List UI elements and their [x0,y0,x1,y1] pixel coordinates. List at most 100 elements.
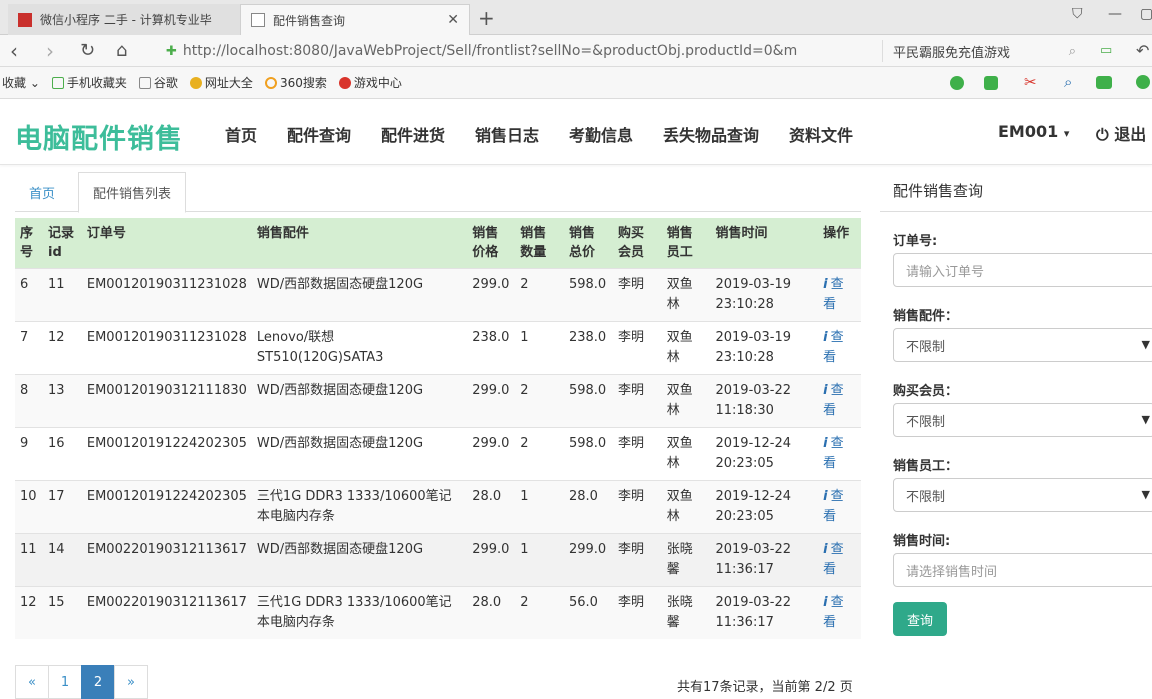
nav-home[interactable]: 首页 [225,122,257,146]
view-link[interactable]: i 查看 [818,586,861,639]
info-icon: i [823,595,828,610]
cell-order-no: EM00120190311231028 [81,321,252,375]
cell-time: 2019-03-22 11:36:17 [710,586,819,639]
sales-table: 序号 记录id 订单号 销售配件 销售价格 销售数量 销售总价 购买会员 销售员… [15,218,861,639]
bookmark-mobile[interactable]: 手机收藏夹 [51,74,127,91]
forward-icon[interactable]: › [46,39,54,63]
zoom-icon[interactable]: ⌕ [1064,73,1072,91]
url-input[interactable]: ✚ http://localhost:8080/JavaWebProject/S… [166,38,872,64]
info-icon: i [823,383,828,398]
reload-icon[interactable]: ↻ [80,40,95,61]
cell-time: 2019-12-24 20:23:05 [710,480,819,534]
address-bar: ‹ › ↻ ⌂ ✚ http://localhost:8080/JavaWebP… [0,35,1152,67]
cell-price: 28.0 [467,586,516,639]
cell-price: 299.0 [467,374,516,428]
cell-price: 299.0 [467,427,516,481]
cell-time: 2019-03-22 11:36:17 [710,533,819,587]
content-tabs: 首页 配件销售列表 [15,172,861,213]
extension-icon[interactable] [950,76,964,90]
table-row: 7 12 EM00120190311231028 Lenovo/联想 ST510(12… [15,321,861,375]
view-link[interactable]: i 查看 [818,533,861,587]
query-button[interactable]: 查询 [893,602,947,636]
cell-index: 10 [15,480,43,534]
cell-order-no: EM00120191224202305 [81,427,252,481]
view-link[interactable]: i 查看 [818,321,861,375]
caret-down-icon: ▼ [1141,338,1150,351]
search-icon[interactable]: ⌕ [1069,44,1076,59]
cell-record-id: 16 [42,427,82,481]
extension-add-icon[interactable] [984,76,998,90]
filter-panel: 配件销售查询 订单号: 请输入订单号 销售配件： 不限制 ▼ 购买会员： 不限制 ▼… [880,170,1152,692]
caret-down-icon: ▼ [1141,488,1150,501]
cell-index: 7 [15,321,43,375]
view-link[interactable]: i 查看 [818,427,861,481]
cell-qty: 1 [515,321,564,375]
bookmark-360[interactable]: 360搜索 [264,74,327,91]
browser-tab-2[interactable]: 配件销售查询 ✕ [240,4,470,35]
currency-icon[interactable] [1136,75,1150,89]
page-info: 共有17条记录，当前第 2/2 页 [677,680,853,695]
cell-record-id: 17 [42,480,82,534]
cell-record-id: 15 [42,586,82,639]
view-link[interactable]: i 查看 [818,480,861,534]
time-label: 销售时间: [893,534,951,549]
col-header: 销售价格 [467,218,516,269]
page-next[interactable]: » [114,665,148,699]
logout-link[interactable]: ⏻ 退出 [1096,121,1146,145]
shirt-icon[interactable]: ⛉ [1072,6,1083,22]
undo-icon[interactable]: ↶ [1136,41,1149,60]
page-2[interactable]: 2 [81,665,115,699]
cell-member: 李明 [612,480,662,534]
table-row: 12 15 EM00220190312113617 三代1G DDR3 1333/10… [15,586,861,639]
cell-record-id: 12 [42,321,82,375]
bookmark-games[interactable]: 游戏中心 [338,74,402,91]
bookmark-directory[interactable]: 网址大全 [189,74,253,91]
cell-record-id: 11 [42,268,82,322]
staff-select[interactable]: 不限制 ▼ [893,478,1152,512]
nav-lost-items[interactable]: 丢失物品查询 [663,122,759,146]
page-prev[interactable]: « [15,665,49,699]
part-select[interactable]: 不限制 ▼ [893,328,1152,362]
member-value: 不限制 [906,414,946,430]
close-tab-icon[interactable]: ✕ [447,12,459,28]
back-icon[interactable]: ‹ [10,39,18,63]
maximize-icon[interactable]: ▢ [1140,6,1152,22]
cell-qty: 2 [515,427,564,481]
browser-search-input[interactable]: 平民霸服免充值游戏 ⌕ [882,40,1082,62]
cell-price: 28.0 [467,480,516,534]
cell-staff: 张晓馨 [661,586,711,639]
page-1[interactable]: 1 [48,665,82,699]
col-header: 销售数量 [515,218,564,269]
cell-qty: 1 [515,533,564,587]
sale-time-input[interactable]: 请选择销售时间 [893,553,1152,587]
brand-logo[interactable]: 电脑配件销售 [15,117,183,156]
view-link[interactable]: i 查看 [818,268,861,322]
nav-attendance[interactable]: 考勤信息 [569,122,633,146]
col-header: 销售总价 [563,218,613,269]
browser-tab-1[interactable]: 微信小程序 二手 - 计算机专业毕 [8,4,240,35]
view-link[interactable]: i 查看 [818,374,861,428]
bookmark-google[interactable]: 谷歌 [138,74,178,91]
scissors-icon[interactable]: ✂ [1024,73,1037,91]
home-icon[interactable]: ⌂ [116,40,127,61]
new-tab-icon[interactable]: + [478,6,495,30]
gamepad-icon[interactable] [1096,76,1112,89]
cell-index: 8 [15,374,43,428]
col-header: 序号 [15,218,43,269]
member-select[interactable]: 不限制 ▼ [893,403,1152,437]
minimize-icon[interactable]: — [1108,6,1122,22]
tab-home[interactable]: 首页 [15,172,69,212]
cell-qty: 1 [515,480,564,534]
nav-sales-log[interactable]: 销售日志 [475,122,539,146]
nav-parts-query[interactable]: 配件查询 [287,122,351,146]
user-menu[interactable]: EM001 ▾ [998,122,1069,141]
cell-part: WD/西部数据固态硬盘120G [251,268,468,322]
nav-parts-purchase[interactable]: 配件进货 [381,122,445,146]
globe-icon [189,76,202,89]
nav-documents[interactable]: 资料文件 [789,122,853,146]
bookmark-favorites[interactable]: 收藏 ⌄ [2,74,40,91]
tab-sales-list[interactable]: 配件销售列表 [78,172,187,213]
order-no-input[interactable]: 请输入订单号 [893,253,1152,287]
col-header: 记录id [42,218,82,269]
cell-staff: 双鱼林 [661,427,711,481]
